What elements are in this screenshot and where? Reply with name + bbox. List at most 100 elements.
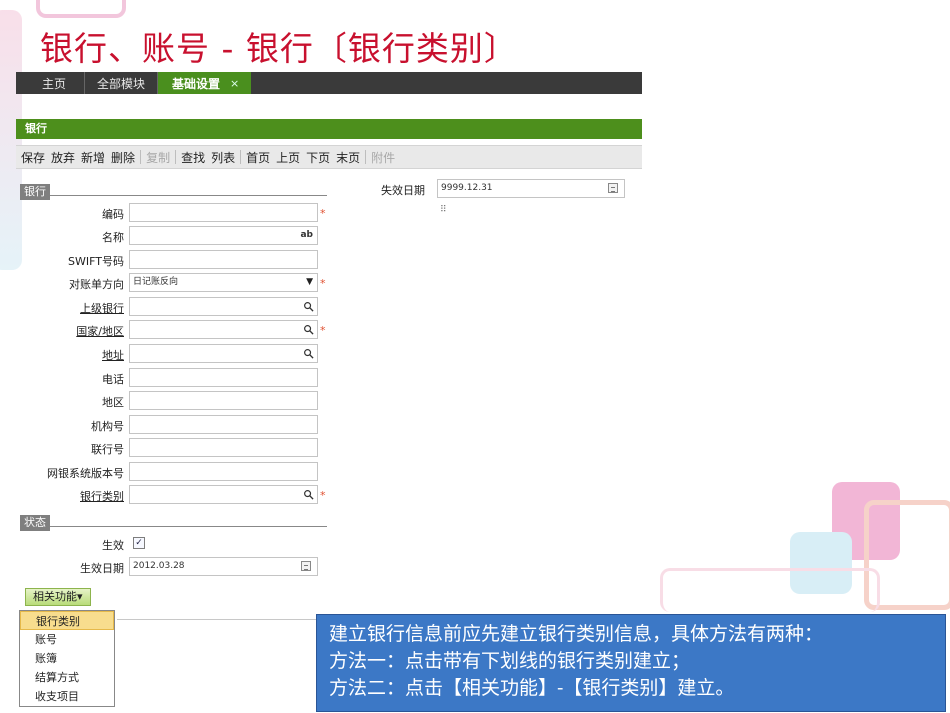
- expiry-date-value: 9999.12.31: [441, 183, 493, 193]
- chevron-down-icon[interactable]: ▼: [306, 274, 313, 291]
- instruction-callout: 建立银行信息前应先建立银行类别信息，具体方法有两种： 方法一：点击带有下划线的银…: [316, 614, 946, 712]
- menu-item-bank-category[interactable]: 银行类别: [20, 611, 114, 630]
- field-row-swift: SWIFT号码: [16, 250, 346, 270]
- decor-square-right-lower: [660, 568, 880, 612]
- effective-label: 生效: [102, 539, 124, 552]
- close-icon[interactable]: ×: [230, 77, 239, 90]
- name-input[interactable]: ab: [129, 226, 318, 245]
- parent-bank-link[interactable]: 上级银行: [80, 300, 124, 316]
- name-label: 名称: [102, 231, 124, 244]
- attachment-button[interactable]: 附件: [370, 149, 400, 166]
- field-row-union-no: 联行号: [16, 438, 346, 458]
- group-header-bank: 银行: [20, 180, 327, 200]
- field-row-effective: 生效 ✓: [16, 534, 346, 554]
- address-input[interactable]: [129, 344, 318, 363]
- code-input[interactable]: [129, 203, 318, 222]
- discard-button[interactable]: 放弃: [50, 149, 80, 166]
- prev-page-button[interactable]: 上页: [275, 149, 305, 166]
- menu-item-income-expense[interactable]: 收支项目: [20, 687, 114, 706]
- toolbar-divider: [365, 150, 367, 164]
- field-row-phone: 电话: [16, 368, 346, 388]
- tab-all-modules[interactable]: 全部模块: [85, 72, 159, 94]
- toolbar-divider: [240, 150, 242, 164]
- institution-no-input[interactable]: [129, 415, 318, 434]
- tab-basic-settings[interactable]: 基础设置 ×: [158, 72, 252, 94]
- address-link[interactable]: 地址: [102, 347, 124, 363]
- bank-category-input[interactable]: [129, 485, 318, 504]
- parent-bank-input[interactable]: [129, 297, 318, 316]
- netbank-version-input[interactable]: [129, 462, 318, 481]
- country-link[interactable]: 国家/地区: [76, 323, 124, 339]
- search-icon[interactable]: [303, 301, 314, 312]
- multilang-icon[interactable]: ab: [300, 227, 313, 244]
- new-button[interactable]: 新增: [80, 149, 110, 166]
- code-label: 编码: [102, 208, 124, 221]
- effective-date-value: 2012.03.28: [133, 561, 185, 571]
- related-functions-menu: 银行类别 账号 账簿 结算方式 收支项目: [19, 610, 115, 707]
- search-icon[interactable]: [303, 324, 314, 335]
- menu-item-ledger[interactable]: 账簿: [20, 649, 114, 668]
- calendar-icon[interactable]: [608, 183, 618, 193]
- first-page-button[interactable]: 首页: [245, 149, 275, 166]
- effective-date-input[interactable]: 2012.03.28: [129, 557, 318, 576]
- find-button[interactable]: 查找: [180, 149, 210, 166]
- swift-label: SWIFT号码: [68, 255, 124, 268]
- app-window: 主页 全部模块 基础设置 × 银行 保存 放弃 新增 删除 复制 查找 列表 首…: [16, 72, 642, 707]
- next-page-button[interactable]: 下页: [305, 149, 335, 166]
- save-button[interactable]: 保存: [20, 149, 50, 166]
- list-button[interactable]: 列表: [210, 149, 240, 166]
- last-page-button[interactable]: 末页: [335, 149, 365, 166]
- phone-input[interactable]: [129, 368, 318, 387]
- effective-checkbox[interactable]: ✓: [133, 537, 145, 549]
- field-row-netbank-version: 网银系统版本号: [16, 462, 346, 482]
- field-row-effective-date: 生效日期 2012.03.28: [16, 557, 346, 577]
- section-title: 银行: [16, 119, 642, 139]
- field-row-parent-bank: 上级银行: [16, 297, 346, 317]
- instruction-line: 方法一：点击带有下划线的银行类别建立；: [329, 650, 691, 672]
- toolbar-divider: [140, 150, 142, 164]
- netbank-version-label: 网银系统版本号: [47, 467, 124, 480]
- required-mark: *: [320, 324, 326, 337]
- required-mark: *: [320, 489, 326, 502]
- region-input[interactable]: [129, 391, 318, 410]
- slide-title: 银行、账号 - 银行〔银行类别〕: [40, 29, 518, 68]
- copy-button[interactable]: 复制: [145, 149, 175, 166]
- delete-button[interactable]: 删除: [110, 149, 140, 166]
- field-row-statement-direction: 对账单方向 日记账反向 ▼ *: [16, 273, 346, 293]
- phone-label: 电话: [102, 373, 124, 386]
- statement-direction-select[interactable]: 日记账反向 ▼: [129, 273, 318, 292]
- search-icon[interactable]: [303, 489, 314, 500]
- expiry-date-label: 失效日期: [381, 184, 425, 197]
- union-no-input[interactable]: [129, 438, 318, 457]
- calendar-icon[interactable]: [301, 561, 311, 571]
- tab-home[interactable]: 主页: [16, 72, 86, 94]
- decor-square-top-left: [36, 0, 126, 18]
- field-row-bank-category: 银行类别 *: [16, 485, 346, 505]
- list-settings-icon[interactable]: ⠿: [440, 205, 452, 217]
- swift-input[interactable]: [129, 250, 318, 269]
- menu-item-settlement-method[interactable]: 结算方式: [20, 668, 114, 687]
- toolbar: 保存 放弃 新增 删除 复制 查找 列表 首页 上页 下页 末页 附件: [16, 145, 642, 169]
- effective-date-label: 生效日期: [80, 562, 124, 575]
- toolbar-divider: [175, 150, 177, 164]
- tab-bar: 主页 全部模块 基础设置 ×: [16, 72, 642, 94]
- required-mark: *: [320, 207, 326, 220]
- group-header-status: 状态: [20, 511, 327, 531]
- divider: [117, 619, 323, 620]
- search-icon[interactable]: [303, 348, 314, 359]
- field-row-address: 地址: [16, 344, 346, 364]
- field-row-institution-no: 机构号: [16, 415, 346, 435]
- country-input[interactable]: [129, 320, 318, 339]
- institution-no-label: 机构号: [91, 420, 124, 433]
- required-mark: *: [320, 277, 326, 290]
- instruction-line: 方法二：点击【相关功能】-【银行类别】建立。: [329, 677, 735, 699]
- menu-item-account[interactable]: 账号: [20, 630, 114, 649]
- region-label: 地区: [102, 396, 124, 409]
- field-row-code: 编码 *: [16, 203, 346, 223]
- related-functions-button[interactable]: 相关功能▾: [25, 588, 91, 606]
- field-row-region: 地区: [16, 391, 346, 411]
- bank-category-link[interactable]: 银行类别: [80, 488, 124, 504]
- field-row-name: 名称 ab: [16, 226, 346, 246]
- expiry-date-input[interactable]: 9999.12.31: [437, 179, 625, 198]
- instruction-line: 建立银行信息前应先建立银行类别信息，具体方法有两种：: [329, 623, 824, 645]
